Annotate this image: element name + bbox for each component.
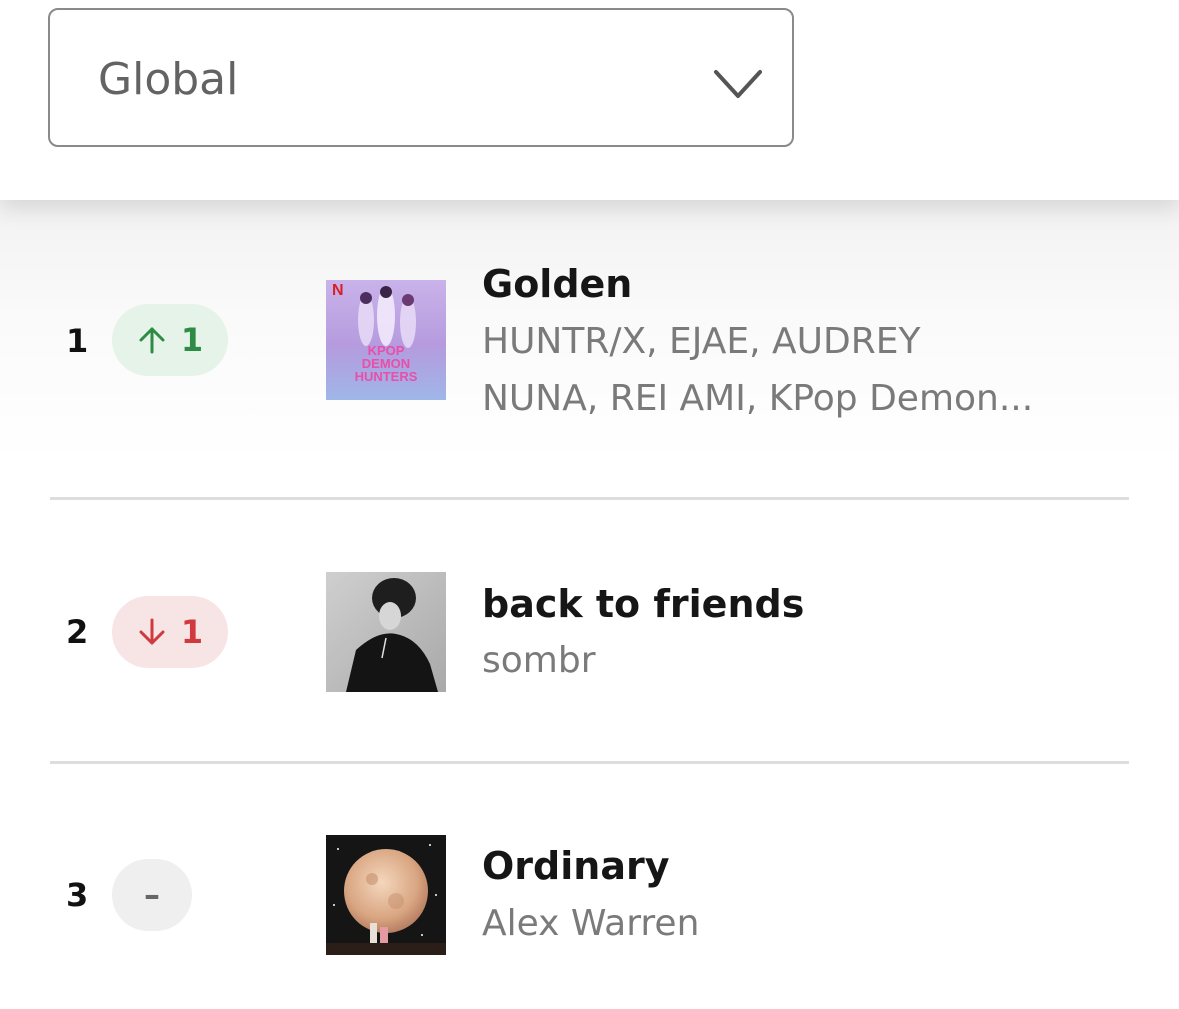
chevron-down-icon <box>714 70 762 98</box>
artists-line: sombr <box>482 640 596 681</box>
rank-number: 1 <box>66 322 89 360</box>
arrow-down-icon <box>139 618 165 645</box>
cover-logo: N <box>332 282 344 299</box>
artists-line: NUNA, REI AMI, KPop Demon... <box>482 378 1034 419</box>
chart-row[interactable]: 2 1 back to friends sombr <box>0 500 1179 762</box>
chart-row[interactable]: 3 – Ordinary Alex Warren <box>0 764 1179 1009</box>
movement-value: 1 <box>180 613 204 651</box>
chart-row[interactable]: 1 1 N KPOP DEMON HUNTERS Golden HUNTR/X,… <box>0 200 1179 500</box>
arrow-up-icon <box>139 327 165 354</box>
region-dropdown[interactable]: Global <box>48 8 794 147</box>
track-artists[interactable]: HUNTR/X, EJAE, AUDREY NUNA, REI AMI, KPo… <box>482 313 1042 427</box>
track-artists[interactable]: sombr <box>482 632 1042 689</box>
top-bar: Global <box>0 0 1179 200</box>
rank-number: 2 <box>66 613 89 651</box>
rank-number: 3 <box>66 876 89 914</box>
track-title[interactable]: Ordinary <box>482 843 669 889</box>
artists-line: HUNTR/X, EJAE, AUDREY <box>482 321 921 362</box>
movement-badge-up: 1 <box>112 304 228 376</box>
movement-value: – <box>144 876 160 914</box>
track-title[interactable]: Golden <box>482 261 632 307</box>
cover-title-line: HUNTERS <box>354 369 418 384</box>
track-title[interactable]: back to friends <box>482 581 804 627</box>
album-cover <box>326 572 446 692</box>
movement-value: 1 <box>180 321 204 359</box>
region-dropdown-value: Global <box>98 54 239 105</box>
album-cover <box>326 835 446 955</box>
movement-badge-down: 1 <box>112 596 228 668</box>
chart-list: 1 1 N KPOP DEMON HUNTERS Golden HUNTR/X,… <box>0 200 1179 1009</box>
album-cover: N KPOP DEMON HUNTERS <box>326 280 446 400</box>
track-artists[interactable]: Alex Warren <box>482 895 1042 952</box>
movement-badge-unchanged: – <box>112 859 192 931</box>
artists-line: Alex Warren <box>482 903 700 944</box>
